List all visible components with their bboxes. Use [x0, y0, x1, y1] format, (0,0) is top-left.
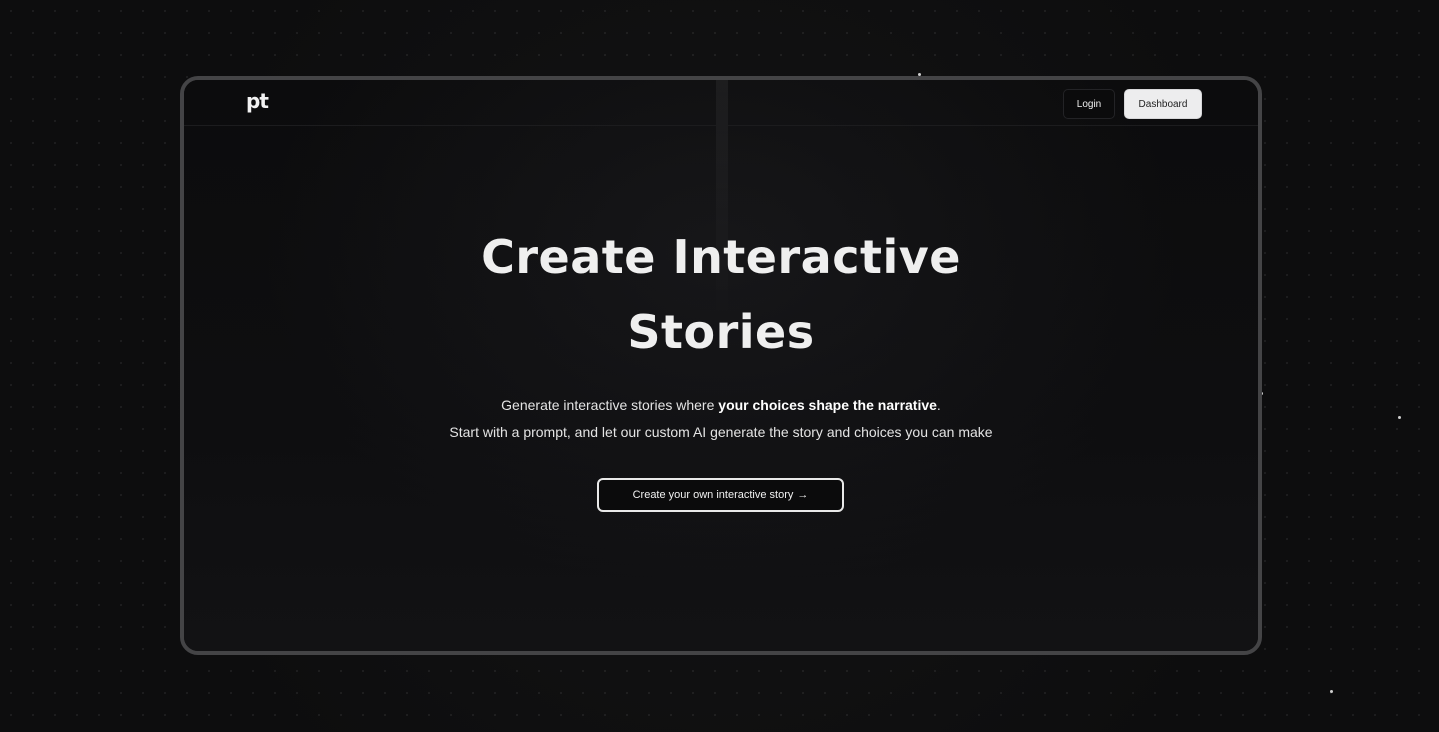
dashboard-button[interactable]: Dashboard	[1124, 89, 1202, 119]
hero-title: Create Interactive Stories	[184, 220, 1258, 370]
hero-subtitle: Generate interactive stories where your …	[184, 392, 1258, 446]
star-decoration	[1330, 690, 1333, 693]
hero-title-line2: Stories	[627, 305, 815, 359]
login-button[interactable]: Login	[1063, 89, 1115, 119]
arrow-right-icon: →	[797, 489, 809, 501]
backdrop: pt Login Dashboard Create Interactive St…	[0, 0, 1439, 732]
create-story-button[interactable]: Create your own interactive story →	[597, 478, 844, 512]
create-story-label: Create your own interactive story	[632, 489, 794, 501]
subtitle-line2: Start with a prompt, and let our custom …	[449, 424, 993, 440]
star-decoration	[1398, 416, 1401, 419]
navbar: pt Login Dashboard	[184, 80, 1258, 126]
subtitle-emphasis: your choices shape the narrative	[718, 397, 937, 413]
subtitle-line1: Generate interactive stories where your …	[184, 392, 1258, 419]
browser-frame: pt Login Dashboard Create Interactive St…	[180, 76, 1262, 655]
subtitle-period: .	[936, 397, 941, 413]
logo[interactable]: pt	[246, 89, 269, 113]
hero-title-line1: Create Interactive	[481, 230, 961, 284]
subtitle-text: Generate interactive stories where	[501, 397, 719, 413]
